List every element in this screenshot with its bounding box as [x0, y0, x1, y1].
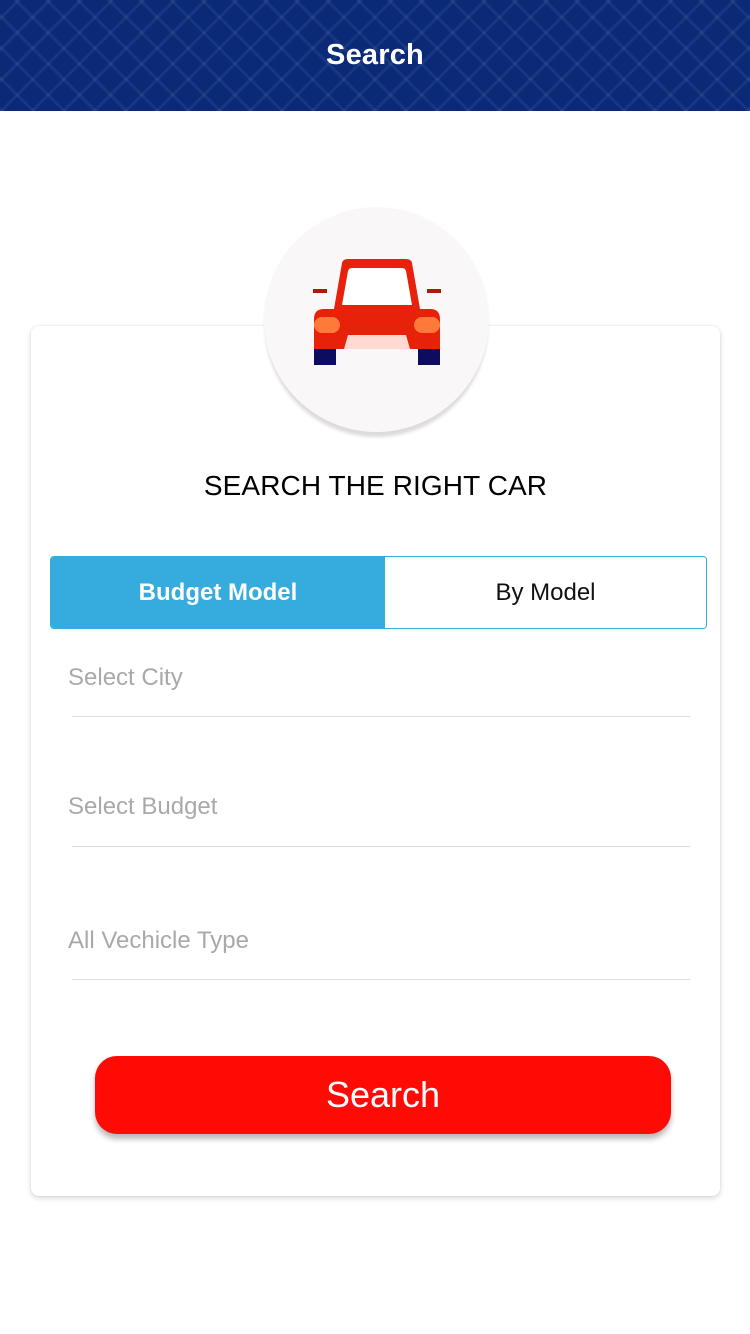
vehicle-type-select-underline — [72, 979, 690, 980]
budget-select[interactable]: Select Budget — [68, 793, 690, 821]
vehicle-type-select[interactable]: All Vechicle Type — [68, 927, 690, 955]
car-avatar — [264, 207, 489, 432]
city-select-underline — [72, 716, 690, 717]
search-button[interactable]: Search — [95, 1056, 671, 1134]
budget-select-underline — [72, 846, 690, 847]
tab-by-model[interactable]: By Model — [385, 557, 706, 628]
search-mode-toggle: Budget Model By Model — [50, 556, 707, 629]
tab-budget-model[interactable]: Budget Model — [51, 557, 385, 628]
section-title: SEARCH THE RIGHT CAR — [203, 470, 548, 501]
app-header: Search — [0, 0, 750, 111]
city-select[interactable]: Select City — [68, 664, 690, 692]
car-front-icon — [312, 258, 441, 365]
page-title: Search — [326, 39, 424, 71]
